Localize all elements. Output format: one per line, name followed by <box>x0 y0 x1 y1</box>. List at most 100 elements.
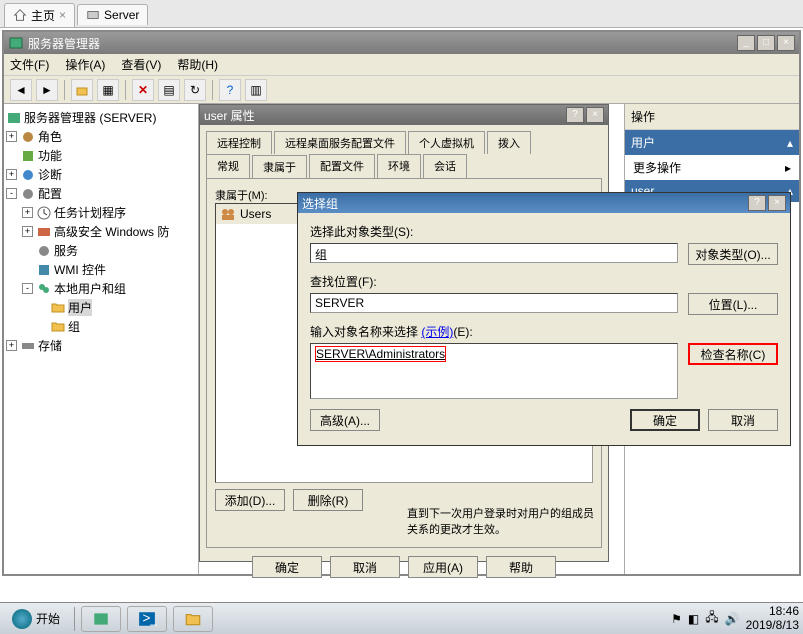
cancel-button[interactable]: 取消 <box>708 409 778 431</box>
start-button[interactable]: 开始 <box>4 607 68 631</box>
clock-time: 18:46 <box>746 605 799 618</box>
task-explorer[interactable] <box>173 606 213 632</box>
list-item-label: Users <box>240 207 271 221</box>
menu-file[interactable]: 文件(F) <box>10 56 49 73</box>
remove-button[interactable]: 删除(R) <box>293 489 363 511</box>
menu-action[interactable]: 操作(A) <box>65 56 105 73</box>
tab-close-icon[interactable]: × <box>59 8 66 22</box>
roles-icon <box>20 129 36 145</box>
task-powershell[interactable]: >_ <box>127 606 167 632</box>
help-button[interactable]: ? <box>748 195 766 211</box>
tab-general[interactable]: 常规 <box>206 154 250 178</box>
dialog-titlebar: 选择组 ? × <box>298 193 790 213</box>
tree-features[interactable]: 功能 <box>6 146 196 165</box>
tree-users[interactable]: 用户 <box>6 298 196 317</box>
delete-button[interactable]: ✕ <box>132 79 154 101</box>
collapse-icon[interactable]: - <box>6 188 17 199</box>
hint-text: 直到下一次用户登录时对用户的组成员关系的更改才生效。 <box>407 505 597 537</box>
cancel-button[interactable]: 取消 <box>330 556 400 578</box>
tray-volume-icon[interactable]: 🔊 <box>725 612 740 626</box>
task-server-manager[interactable] <box>81 606 121 632</box>
tab-remote[interactable]: 远程控制 <box>206 131 272 154</box>
refresh-button[interactable]: ↻ <box>184 79 206 101</box>
help-button[interactable]: 帮助 <box>486 556 556 578</box>
taskbar: 开始 >_ ⚑ ◧ 🖧 🔊 18:46 2019/8/13 <box>0 602 803 634</box>
tab-server[interactable]: Server <box>77 4 148 25</box>
tab-memberof[interactable]: 隶属于 <box>252 155 307 179</box>
tree-root[interactable]: 服务器管理器 (SERVER) <box>6 108 196 127</box>
close-button[interactable]: × <box>586 107 604 123</box>
menu-help[interactable]: 帮助(H) <box>177 56 218 73</box>
forward-button[interactable]: ► <box>36 79 58 101</box>
check-names-button[interactable]: 检查名称(C) <box>688 343 778 365</box>
tree-task[interactable]: +任务计划程序 <box>6 203 196 222</box>
tray-network-icon[interactable]: 🖧 <box>705 608 718 629</box>
add-button[interactable]: 添加(D)... <box>215 489 285 511</box>
dialog-titlebar: user 属性 ? × <box>200 105 608 125</box>
locations-button[interactable]: 位置(L)... <box>688 293 778 315</box>
up-button[interactable] <box>71 79 93 101</box>
center-pane: user 属性 ? × 远程控制 远程桌面服务配置文件 个人虚拟机 拨入 常规 <box>199 104 624 574</box>
system-tray: ⚑ ◧ 🖧 🔊 18:46 2019/8/13 <box>671 605 799 631</box>
close-button[interactable]: × <box>777 35 795 51</box>
tab-profile[interactable]: 配置文件 <box>309 154 375 178</box>
help-button[interactable]: ? <box>566 107 584 123</box>
expand-icon[interactable]: + <box>6 169 17 180</box>
select-group-dialog: 选择组 ? × 选择此对象类型(S): 组 对象类型(O)... <box>297 192 791 446</box>
names-input[interactable]: SERVER\Administrators <box>310 343 678 399</box>
tree-wmi[interactable]: WMI 控件 <box>6 260 196 279</box>
chevron-right-icon: ▸ <box>785 161 791 175</box>
more-actions-item[interactable]: 更多操作 ▸ <box>625 155 799 180</box>
chevron-up-icon[interactable]: ▴ <box>787 136 793 150</box>
collapse-icon[interactable]: - <box>22 283 33 294</box>
firewall-icon <box>36 224 52 240</box>
expand-icon[interactable]: + <box>22 207 33 218</box>
names-label: 输入对象名称来选择 (示例)(E): <box>310 323 778 340</box>
expand-icon[interactable]: + <box>6 340 17 351</box>
expand-icon[interactable]: + <box>6 131 17 142</box>
config-icon <box>20 186 36 202</box>
props2-button[interactable]: ▤ <box>158 79 180 101</box>
help-button[interactable]: ? <box>219 79 241 101</box>
menu-view[interactable]: 查看(V) <box>121 56 161 73</box>
expand-icon[interactable]: + <box>22 226 33 237</box>
list-button[interactable]: ▥ <box>245 79 267 101</box>
home-icon <box>13 8 27 22</box>
tree-lug[interactable]: -本地用户和组 <box>6 279 196 298</box>
tab-env[interactable]: 环境 <box>377 154 421 178</box>
tab-dialin[interactable]: 拨入 <box>487 131 531 154</box>
gear-icon <box>36 243 52 259</box>
tab-session[interactable]: 会话 <box>423 154 467 178</box>
tree-diag[interactable]: +诊断 <box>6 165 196 184</box>
close-button[interactable]: × <box>768 195 786 211</box>
props-button[interactable]: ▦ <box>97 79 119 101</box>
server-manager-window: 服务器管理器 _ □ × 文件(F) 操作(A) 查看(V) 帮助(H) ◄ ►… <box>2 30 801 576</box>
example-link[interactable]: (示例) <box>421 325 453 339</box>
tree-roles[interactable]: +角色 <box>6 127 196 146</box>
ok-button[interactable]: 确定 <box>630 409 700 431</box>
tab-pvm[interactable]: 个人虚拟机 <box>408 131 485 154</box>
maximize-button[interactable]: □ <box>757 35 775 51</box>
back-button[interactable]: ◄ <box>10 79 32 101</box>
minimize-button[interactable]: _ <box>737 35 755 51</box>
object-type-field: 组 <box>310 243 678 263</box>
tree-groups[interactable]: 组 <box>6 317 196 336</box>
toolbar: ◄ ► ▦ ✕ ▤ ↻ ? ▥ <box>4 76 799 104</box>
tree-services[interactable]: 服务 <box>6 241 196 260</box>
wmi-icon <box>36 262 52 278</box>
clock[interactable]: 18:46 2019/8/13 <box>746 605 799 631</box>
dialog-title: 选择组 <box>302 195 338 212</box>
tab-rdp[interactable]: 远程桌面服务配置文件 <box>274 131 406 154</box>
ok-button[interactable]: 确定 <box>252 556 322 578</box>
tray-flag-icon[interactable]: ⚑ <box>671 612 682 626</box>
apply-button[interactable]: 应用(A) <box>408 556 478 578</box>
tree-firewall[interactable]: +高级安全 Windows 防 <box>6 222 196 241</box>
tree-storage[interactable]: +存储 <box>6 336 196 355</box>
object-types-button[interactable]: 对象类型(O)... <box>688 243 778 265</box>
location-label: 查找位置(F): <box>310 273 778 290</box>
advanced-button[interactable]: 高级(A)... <box>310 409 380 431</box>
tree-config[interactable]: -配置 <box>6 184 196 203</box>
tray-action-center-icon[interactable]: ◧ <box>688 612 699 626</box>
titlebar: 服务器管理器 _ □ × <box>4 32 799 54</box>
tab-home[interactable]: 主页 × <box>4 3 75 27</box>
